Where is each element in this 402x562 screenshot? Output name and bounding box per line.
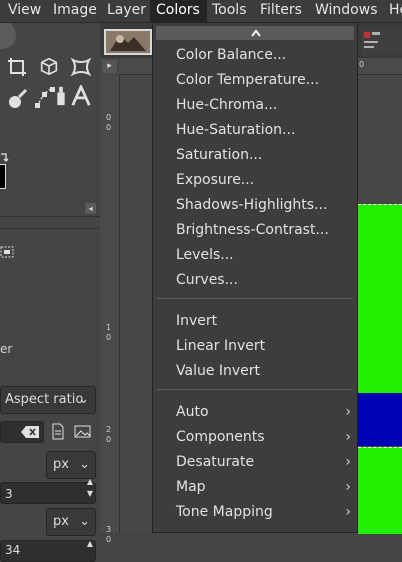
menu-item-tone-mapping-label: Tone Mapping [176, 504, 273, 520]
menu-item-desaturate[interactable]: Desaturate › [153, 450, 357, 475]
menu-colors[interactable]: Colors [150, 0, 207, 22]
chevron-down-icon: ⌄ [79, 457, 90, 472]
submenu-arrow-icon: › [345, 404, 351, 420]
menu-tools[interactable]: Tools [206, 0, 253, 22]
menu-scroll-up[interactable] [156, 26, 354, 40]
vruler-label: 1 [106, 323, 112, 332]
menu-image[interactable]: Image [47, 0, 103, 22]
vruler-label: 0 [106, 435, 112, 444]
panel-divider-2 [0, 228, 100, 229]
toolbox-decoration [0, 23, 16, 49]
panel-menu-button[interactable]: ◂ [85, 203, 96, 214]
size-width-input[interactable]: 3 ▲ ▼ [0, 477, 96, 504]
menu-item-auto-label: Auto [176, 404, 209, 420]
unit-select-1[interactable]: px ⌄ [46, 451, 96, 479]
menu-item-hue-saturation[interactable]: Hue-Saturation... [153, 118, 357, 143]
tool-preset-icon[interactable] [0, 245, 14, 259]
menu-separator [157, 298, 353, 299]
menu-view[interactable]: View [2, 0, 47, 22]
menu-item-tone-mapping[interactable]: Tone Mapping › [153, 500, 357, 525]
menu-help[interactable]: He [383, 0, 402, 22]
menu-item-brightness-contrast[interactable]: Brightness-Contrast... [153, 218, 357, 243]
submenu-arrow-icon: › [345, 504, 351, 520]
submenu-arrow-icon: › [345, 479, 351, 495]
menu-separator [157, 389, 353, 390]
vruler-label: 0 [106, 113, 112, 122]
menu-item-desaturate-label: Desaturate [176, 454, 255, 470]
menu-item-curves[interactable]: Curves... [153, 268, 357, 293]
menu-item-hue-chroma[interactable]: Hue-Chroma... [153, 93, 357, 118]
menu-item-color-balance[interactable]: Color Balance... [153, 43, 357, 68]
option-label-partial: er [0, 342, 13, 356]
menu-windows[interactable]: Windows [309, 0, 384, 22]
canvas-region-blue[interactable] [358, 393, 402, 446]
vruler-label: 0 [106, 123, 112, 132]
3d-transform-icon[interactable] [38, 55, 60, 77]
image-thumbnail[interactable] [104, 29, 152, 55]
aspect-ratio-value: Aspect ratio [5, 392, 84, 407]
menu-item-linear-invert[interactable]: Linear Invert [153, 334, 357, 359]
menubar: View Image Layer Colors Tools Filters Wi… [0, 0, 402, 23]
menu-layer[interactable]: Layer [101, 0, 152, 22]
canvas-region-green-lower[interactable] [358, 447, 402, 534]
menu-item-color-temperature[interactable]: Color Temperature... [153, 68, 357, 93]
menu-item-map-label: Map [176, 479, 206, 495]
unit-select-2[interactable]: px ⌄ [46, 508, 96, 536]
vruler-label: 0 [106, 333, 112, 342]
crop-icon[interactable] [6, 56, 28, 78]
spin-up-icon[interactable]: ▲ [87, 539, 93, 549]
colors-menu-popup: Color Balance... Color Temperature... Hu… [152, 22, 358, 533]
menu-item-auto[interactable]: Auto › [153, 400, 357, 425]
chevron-up-icon [251, 29, 261, 37]
smudge-icon[interactable] [6, 88, 28, 110]
quick-mask-toggle[interactable]: ▸ [102, 60, 117, 73]
aspect-ratio-select[interactable]: Aspect ratio ⌄ [0, 386, 96, 414]
menu-item-components-label: Components [176, 429, 265, 445]
image-icon[interactable] [74, 424, 92, 439]
spin-up-icon[interactable]: ▲ [87, 477, 93, 487]
vertical-ruler: 0 0 1 0 2 0 3 0 [100, 74, 120, 544]
chevron-down-icon: ⌄ [79, 514, 90, 529]
canvas-region-green[interactable] [358, 204, 402, 393]
menu-item-saturation[interactable]: Saturation... [153, 143, 357, 168]
document-icon[interactable] [51, 423, 65, 440]
clear-field-icon[interactable] [20, 425, 40, 439]
size-height-input[interactable]: 34 ▲ [0, 539, 96, 562]
toolbox-panel: ◂ er Aspect ratio ⌄ px ⌄ 3 ▲ ▼ px ⌄ 34 ▲ [0, 23, 100, 562]
unit-value-1: px [53, 457, 69, 472]
unit-value-2: px [53, 514, 69, 529]
vruler-label: 2 [106, 425, 112, 434]
swap-colors-icon[interactable] [0, 151, 10, 163]
foreground-color-swatch[interactable] [0, 164, 6, 189]
menu-item-components[interactable]: Components › [153, 425, 357, 450]
size-height-value: 34 [5, 543, 21, 557]
menu-item-exposure[interactable]: Exposure... [153, 168, 357, 193]
menu-filters[interactable]: Filters [254, 0, 308, 22]
panel-divider [0, 216, 100, 217]
text-tool-icon[interactable] [70, 85, 92, 107]
menu-item-levels[interactable]: Levels... [153, 243, 357, 268]
image-thumbnail-2[interactable] [362, 29, 402, 55]
menu-item-shadows-highlights[interactable]: Shadows-Highlights... [153, 193, 357, 218]
spin-down-icon[interactable]: ▼ [87, 489, 93, 499]
vruler-label: 0 [106, 535, 112, 544]
menu-item-invert[interactable]: Invert [153, 309, 357, 334]
submenu-arrow-icon: › [345, 429, 351, 445]
perspective-icon[interactable] [70, 56, 92, 78]
submenu-arrow-icon: › [345, 454, 351, 470]
menu-item-map[interactable]: Map › [153, 475, 357, 500]
hruler-label: 0 [359, 60, 365, 69]
chevron-down-icon: ⌄ [78, 392, 89, 407]
size-width-value: 3 [5, 487, 13, 501]
menu-item-value-invert[interactable]: Value Invert [153, 359, 357, 384]
color-picker-icon[interactable] [50, 85, 72, 107]
